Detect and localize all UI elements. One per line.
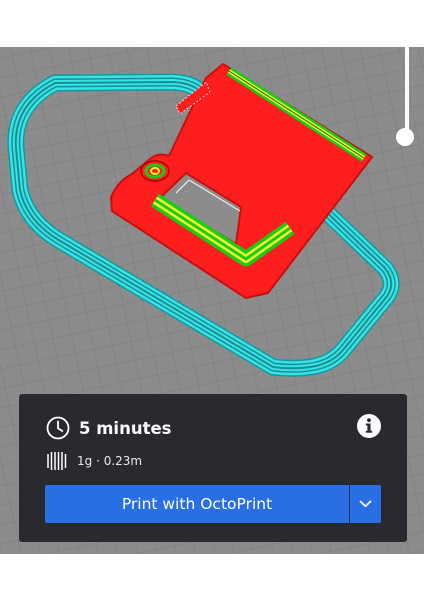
print-options-dropdown-button[interactable] <box>350 485 381 523</box>
print-time-value: 5 minutes <box>79 418 172 438</box>
print-job-panel: 5 minutes 1g · 0.23m Print with OctoPrin… <box>19 394 407 542</box>
chevron-down-icon <box>359 500 372 508</box>
info-icon[interactable] <box>357 414 381 438</box>
print-time-row: 5 minutes <box>46 415 171 441</box>
layer-slider-track[interactable] <box>405 47 409 139</box>
layer-slider-handle[interactable] <box>396 128 414 146</box>
print-with-octoprint-button[interactable]: Print with OctoPrint <box>45 485 349 523</box>
clock-icon <box>46 416 70 440</box>
spool-icon <box>47 452 67 470</box>
material-usage-row: 1g · 0.23m <box>46 450 142 472</box>
material-usage-value: 1g · 0.23m <box>77 454 143 468</box>
